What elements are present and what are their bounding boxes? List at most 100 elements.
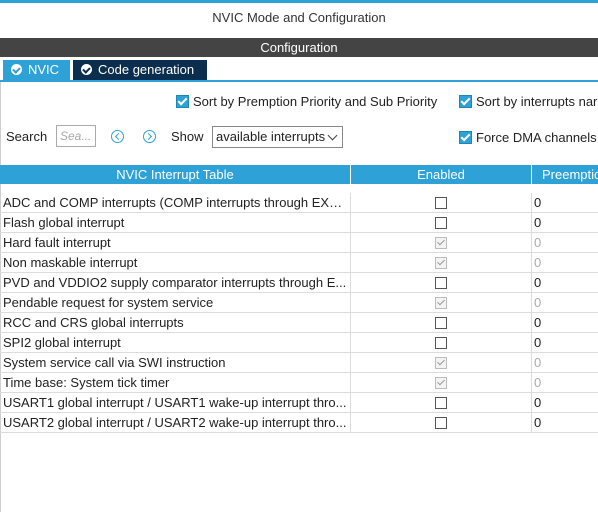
enabled-checkbox xyxy=(435,237,447,249)
column-header-preemption[interactable]: Preemptio xyxy=(532,165,598,184)
search-next-button[interactable] xyxy=(143,130,156,143)
table-row[interactable]: ADC and COMP interrupts (COMP interrupts… xyxy=(0,193,598,213)
cell-divider xyxy=(350,373,351,393)
sort-premption-label: Sort by Premption Priority and Sub Prior… xyxy=(193,94,438,109)
preemption-priority-value[interactable]: 0 xyxy=(534,393,541,413)
table-row[interactable]: PVD and VDDIO2 supply comparator interru… xyxy=(0,273,598,293)
preemption-priority-value[interactable]: 0 xyxy=(534,413,541,433)
preemption-priority-value[interactable]: 0 xyxy=(534,273,541,293)
interrupt-name: USART1 global interrupt / USART1 wake-up… xyxy=(3,395,347,410)
enabled-checkbox xyxy=(435,297,447,309)
table-row[interactable]: Hard fault interrupt 0 xyxy=(0,233,598,253)
search-label: Search xyxy=(6,129,48,144)
preemption-priority-value[interactable]: 0 xyxy=(534,213,541,233)
tab-underline xyxy=(0,80,598,82)
show-filter-select[interactable]: available interrupts xyxy=(212,126,343,148)
preemption-priority-value: 0 xyxy=(534,355,542,370)
interrupt-name: Pendable request for system service xyxy=(3,295,214,310)
configuration-header: Configuration xyxy=(0,38,598,57)
interrupt-name: Flash global interrupt xyxy=(3,215,125,230)
column-header-enabled[interactable]: Enabled xyxy=(351,165,531,184)
cell-divider xyxy=(350,353,351,373)
enabled-checkbox[interactable] xyxy=(435,397,447,409)
cell-divider xyxy=(350,333,351,353)
enabled-checkbox xyxy=(435,257,447,269)
show-label: Show xyxy=(171,129,204,144)
cell-divider xyxy=(531,373,532,393)
table-row[interactable]: Time base: System tick timer 0 xyxy=(0,373,598,393)
cell-divider xyxy=(531,393,532,413)
cell-divider xyxy=(531,313,532,333)
cell-divider xyxy=(350,413,351,433)
interrupt-name: PVD and VDDIO2 supply comparator interru… xyxy=(3,275,347,290)
preemption-priority-value[interactable]: 0 xyxy=(534,333,541,353)
cell-divider xyxy=(350,253,351,273)
force-dma-checkbox[interactable] xyxy=(459,131,472,144)
cell-divider xyxy=(350,313,351,333)
window-title: NVIC Mode and Configuration xyxy=(0,3,598,34)
cell-divider xyxy=(531,333,532,353)
table-row[interactable]: RCC and CRS global interrupts 0 xyxy=(0,313,598,333)
preemption-priority-value: 0 xyxy=(534,255,542,270)
cell-divider xyxy=(531,213,532,233)
interrupt-name: Time base: System tick timer xyxy=(3,375,170,390)
cell-divider xyxy=(350,293,351,313)
enabled-checkbox xyxy=(435,377,447,389)
enabled-checkbox[interactable] xyxy=(435,317,447,329)
cell-divider xyxy=(531,233,532,253)
cell-divider xyxy=(531,273,532,293)
interrupt-name: System service call via SWI instruction xyxy=(3,355,226,370)
cell-divider xyxy=(350,393,351,413)
tab-code-generation[interactable]: Code generation xyxy=(73,60,207,80)
preemption-priority-value: 0 xyxy=(534,375,542,390)
table-row[interactable]: Flash global interrupt 0 xyxy=(0,213,598,233)
preemption-priority-value[interactable]: 0 xyxy=(534,313,541,333)
tab-nvic-label: NVIC xyxy=(28,62,60,77)
enabled-checkbox[interactable] xyxy=(435,337,447,349)
cell-divider xyxy=(531,413,532,433)
enabled-checkbox[interactable] xyxy=(435,197,447,209)
sort-premption-checkbox[interactable] xyxy=(176,95,189,108)
interrupt-name: Non maskable interrupt xyxy=(3,255,138,270)
cell-divider xyxy=(531,293,532,313)
cell-divider xyxy=(350,193,351,213)
sort-interrupts-label: Sort by interrupts nar xyxy=(476,94,598,109)
cell-divider xyxy=(350,213,351,233)
table-header: NVIC Interrupt Table Enabled Preemptio xyxy=(0,165,598,184)
table-row[interactable]: USART2 global interrupt / USART2 wake-up… xyxy=(0,413,598,433)
chevron-down-icon xyxy=(327,130,338,141)
search-previous-button[interactable] xyxy=(111,130,124,143)
preemption-priority-value: 0 xyxy=(534,235,542,250)
interrupt-name: SPI2 global interrupt xyxy=(3,335,121,350)
interrupt-name: Hard fault interrupt xyxy=(3,235,111,250)
interrupt-name: ADC and COMP interrupts (COMP interrupts… xyxy=(3,195,349,210)
check-circle-icon xyxy=(11,64,22,75)
table-row[interactable]: Non maskable interrupt 0 xyxy=(0,253,598,273)
tab-code-generation-label: Code generation xyxy=(98,62,195,77)
interrupt-name: USART2 global interrupt / USART2 wake-up… xyxy=(3,415,347,430)
cell-divider xyxy=(531,253,532,273)
tab-nvic[interactable]: NVIC xyxy=(3,60,70,80)
table-row[interactable]: SPI2 global interrupt 0 xyxy=(0,333,598,353)
check-circle-icon xyxy=(81,64,92,75)
column-header-name[interactable]: NVIC Interrupt Table xyxy=(0,165,350,184)
cell-divider xyxy=(531,353,532,373)
enabled-checkbox[interactable] xyxy=(435,217,447,229)
interrupt-name: RCC and CRS global interrupts xyxy=(3,315,184,330)
search-input[interactable] xyxy=(56,125,96,147)
sort-interrupts-checkbox[interactable] xyxy=(459,95,472,108)
cell-divider xyxy=(531,193,532,213)
enabled-checkbox[interactable] xyxy=(435,417,447,429)
force-dma-label: Force DMA channels xyxy=(476,130,597,145)
enabled-checkbox[interactable] xyxy=(435,277,447,289)
table-row[interactable]: Pendable request for system service 0 xyxy=(0,293,598,313)
enabled-checkbox xyxy=(435,357,447,369)
table-row[interactable]: System service call via SWI instruction 0 xyxy=(0,353,598,373)
preemption-priority-value: 0 xyxy=(534,295,542,310)
cell-divider xyxy=(350,233,351,253)
cell-divider xyxy=(350,273,351,293)
preemption-priority-value[interactable]: 0 xyxy=(534,193,541,213)
table-row[interactable]: USART1 global interrupt / USART1 wake-up… xyxy=(0,393,598,413)
show-filter-value: available interrupts xyxy=(216,129,326,144)
tab-bar: NVIC Code generation xyxy=(0,60,598,80)
